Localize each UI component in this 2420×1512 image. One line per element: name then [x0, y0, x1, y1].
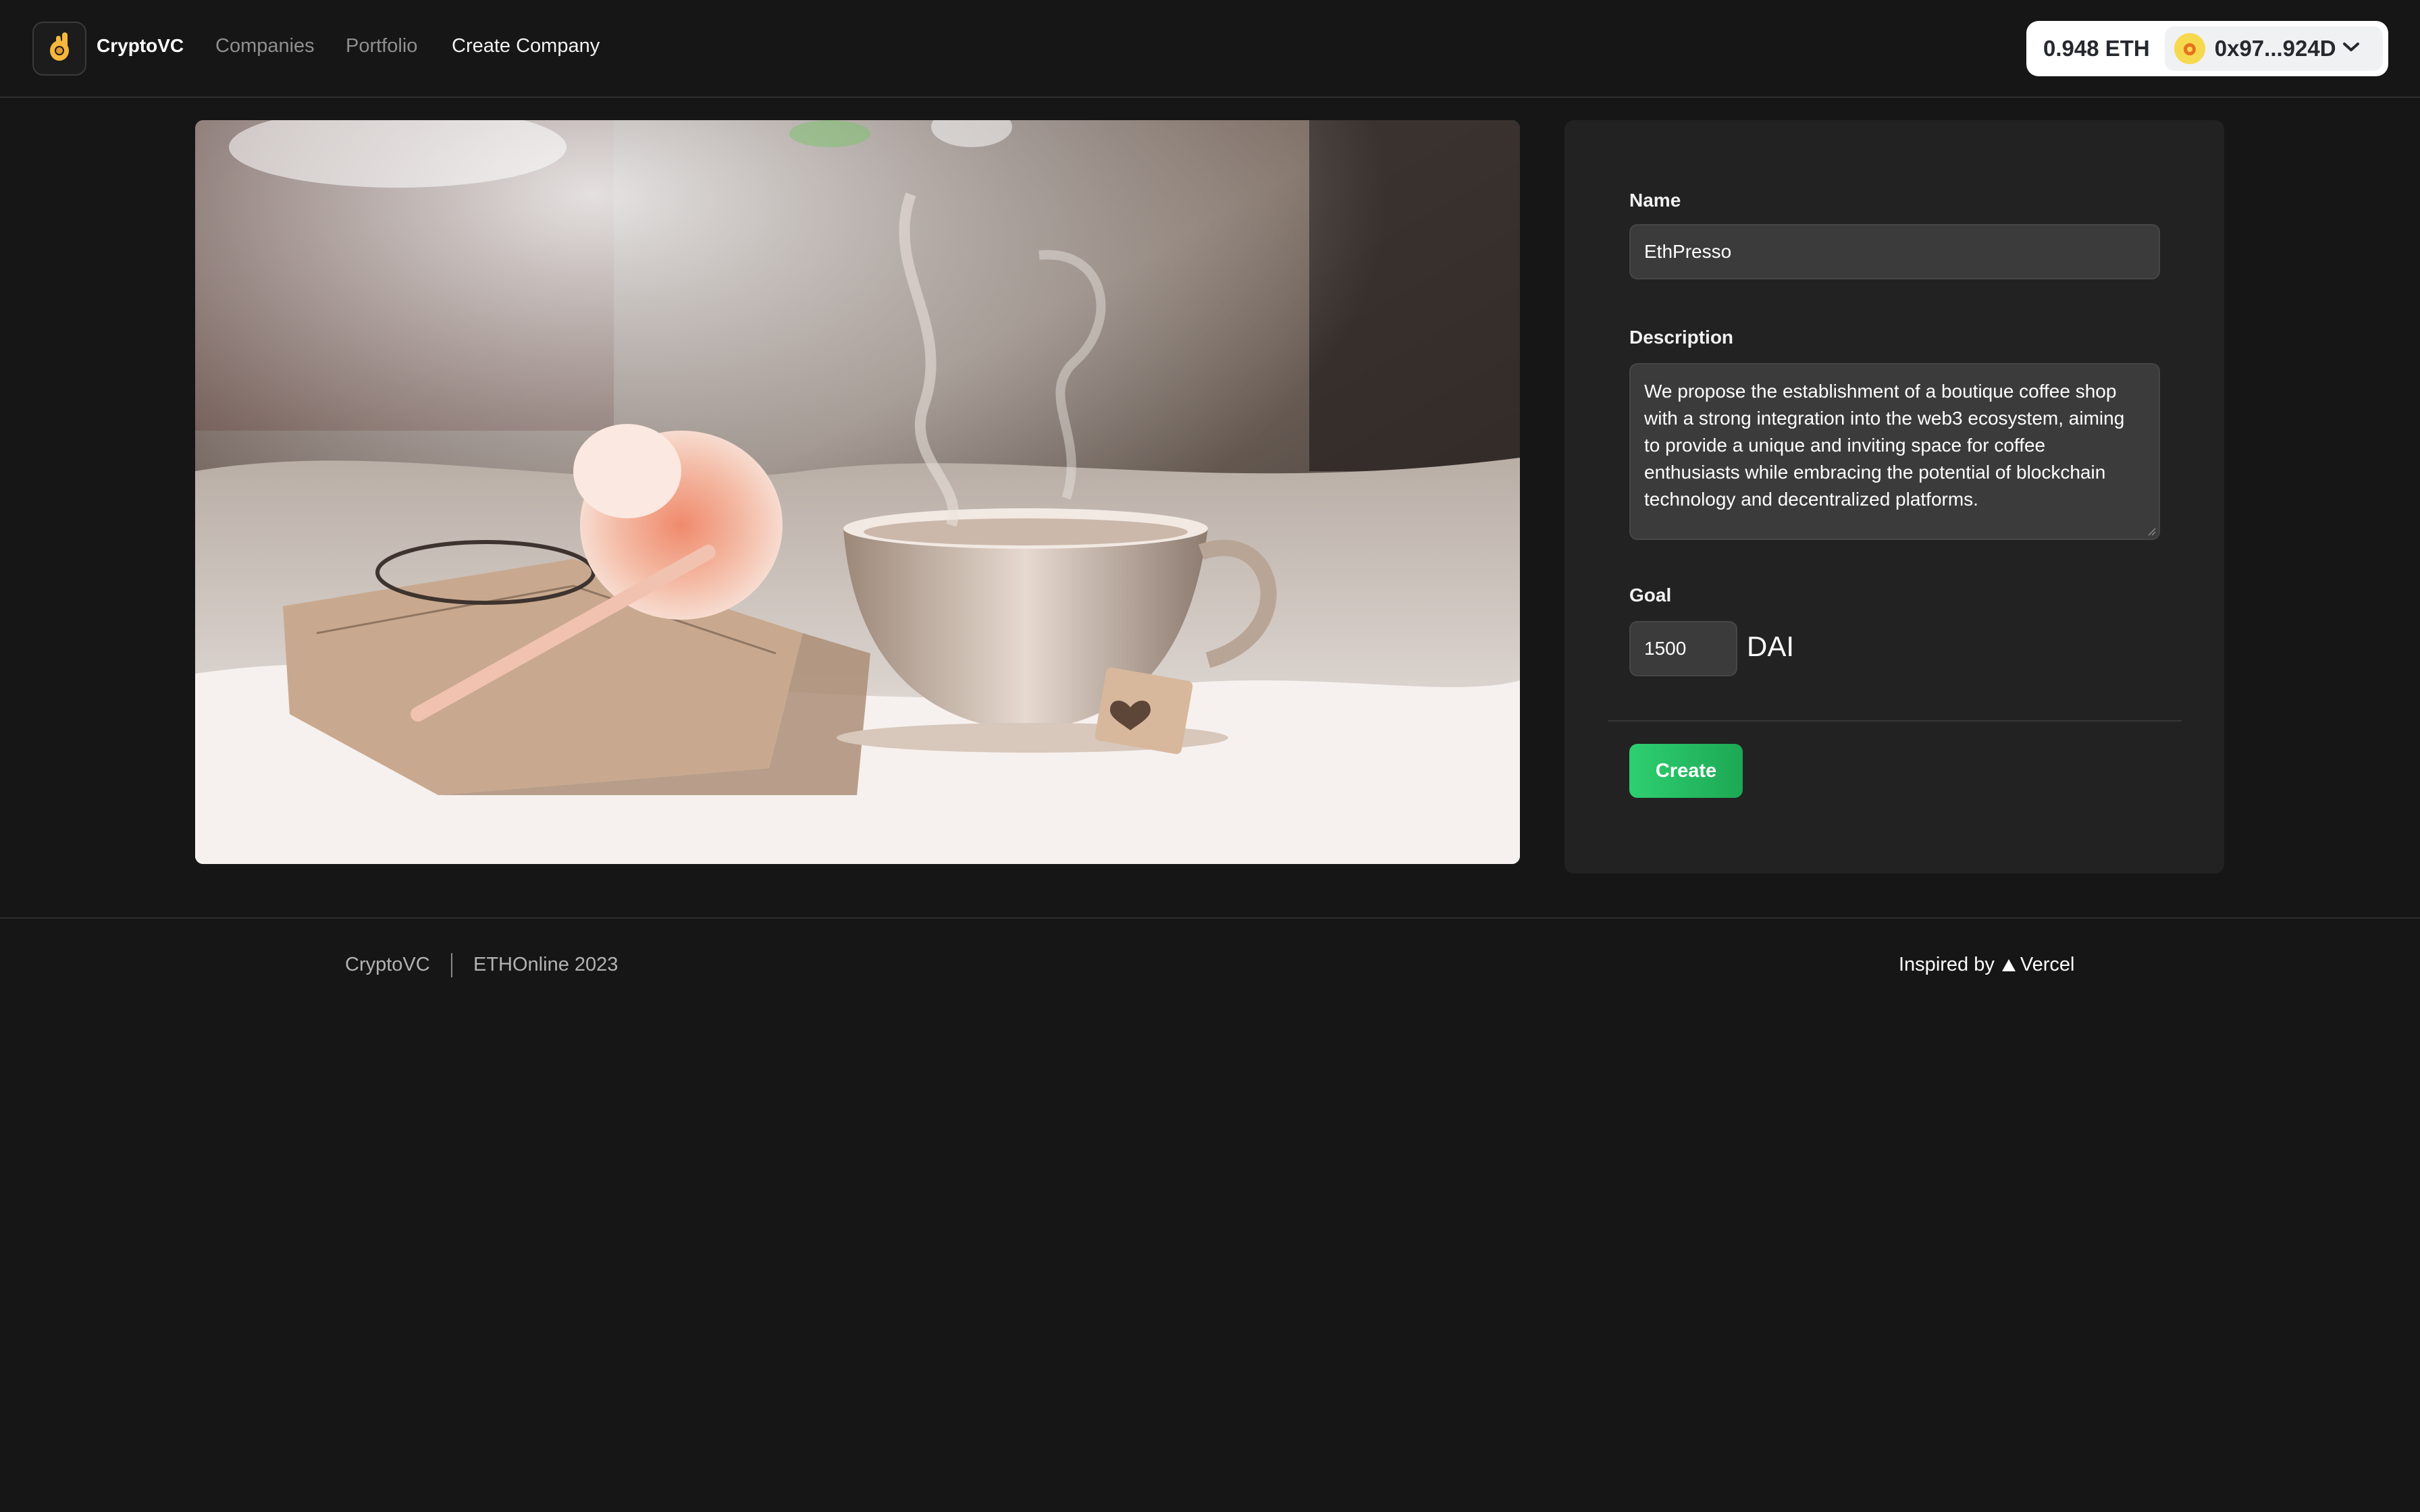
footer-divider [0, 917, 2420, 919]
resize-handle-icon[interactable] [2147, 526, 2156, 536]
goal-input[interactable] [1629, 621, 1737, 676]
footer-event[interactable]: ETHOnline 2023 [473, 954, 618, 976]
vercel-triangle-icon [2001, 959, 2016, 972]
nav-companies[interactable]: Companies [215, 35, 315, 57]
chevron-down-icon [2342, 41, 2361, 57]
goal-currency: DAI [1747, 630, 1795, 662]
description-text: We propose the establishment of a boutiq… [1644, 381, 2125, 510]
wallet-balance: 0.948 ETH [2043, 36, 2150, 61]
nav-portfolio[interactable]: Portfolio [346, 35, 417, 57]
footer-brand[interactable]: CryptoVC [345, 954, 430, 976]
account-avatar-icon [2174, 33, 2205, 64]
company-image [195, 120, 1520, 864]
create-button[interactable]: Create [1629, 744, 1743, 798]
create-company-form: Name Description We propose the establis… [1564, 120, 2224, 873]
brand-name[interactable]: CryptoVC [97, 35, 184, 57]
credit-name: Vercel [2020, 954, 2075, 975]
description-textarea[interactable]: We propose the establishment of a boutiq… [1629, 363, 2160, 540]
wallet-connect-button[interactable]: 0.948 ETH 0x97...924D [2026, 21, 2388, 76]
top-navbar: CryptoVC Companies Portfolio Create Comp… [0, 0, 2420, 98]
description-label: Description [1629, 327, 1734, 348]
wallet-account-chip[interactable]: 0x97...924D [2164, 26, 2383, 71]
footer-credit[interactable]: Inspired by Vercel [1899, 954, 2074, 976]
footer-separator [451, 953, 452, 977]
form-divider [1608, 720, 2182, 722]
goal-label: Goal [1629, 585, 1672, 605]
name-label: Name [1629, 190, 1681, 211]
wallet-address: 0x97...924D [2214, 36, 2336, 61]
credit-prefix: Inspired by [1899, 954, 1995, 975]
ok-hand-emoji-icon [45, 30, 74, 68]
name-input[interactable] [1629, 224, 2160, 279]
app-logo[interactable] [32, 22, 86, 76]
nav-create-company[interactable]: Create Company [452, 35, 600, 57]
